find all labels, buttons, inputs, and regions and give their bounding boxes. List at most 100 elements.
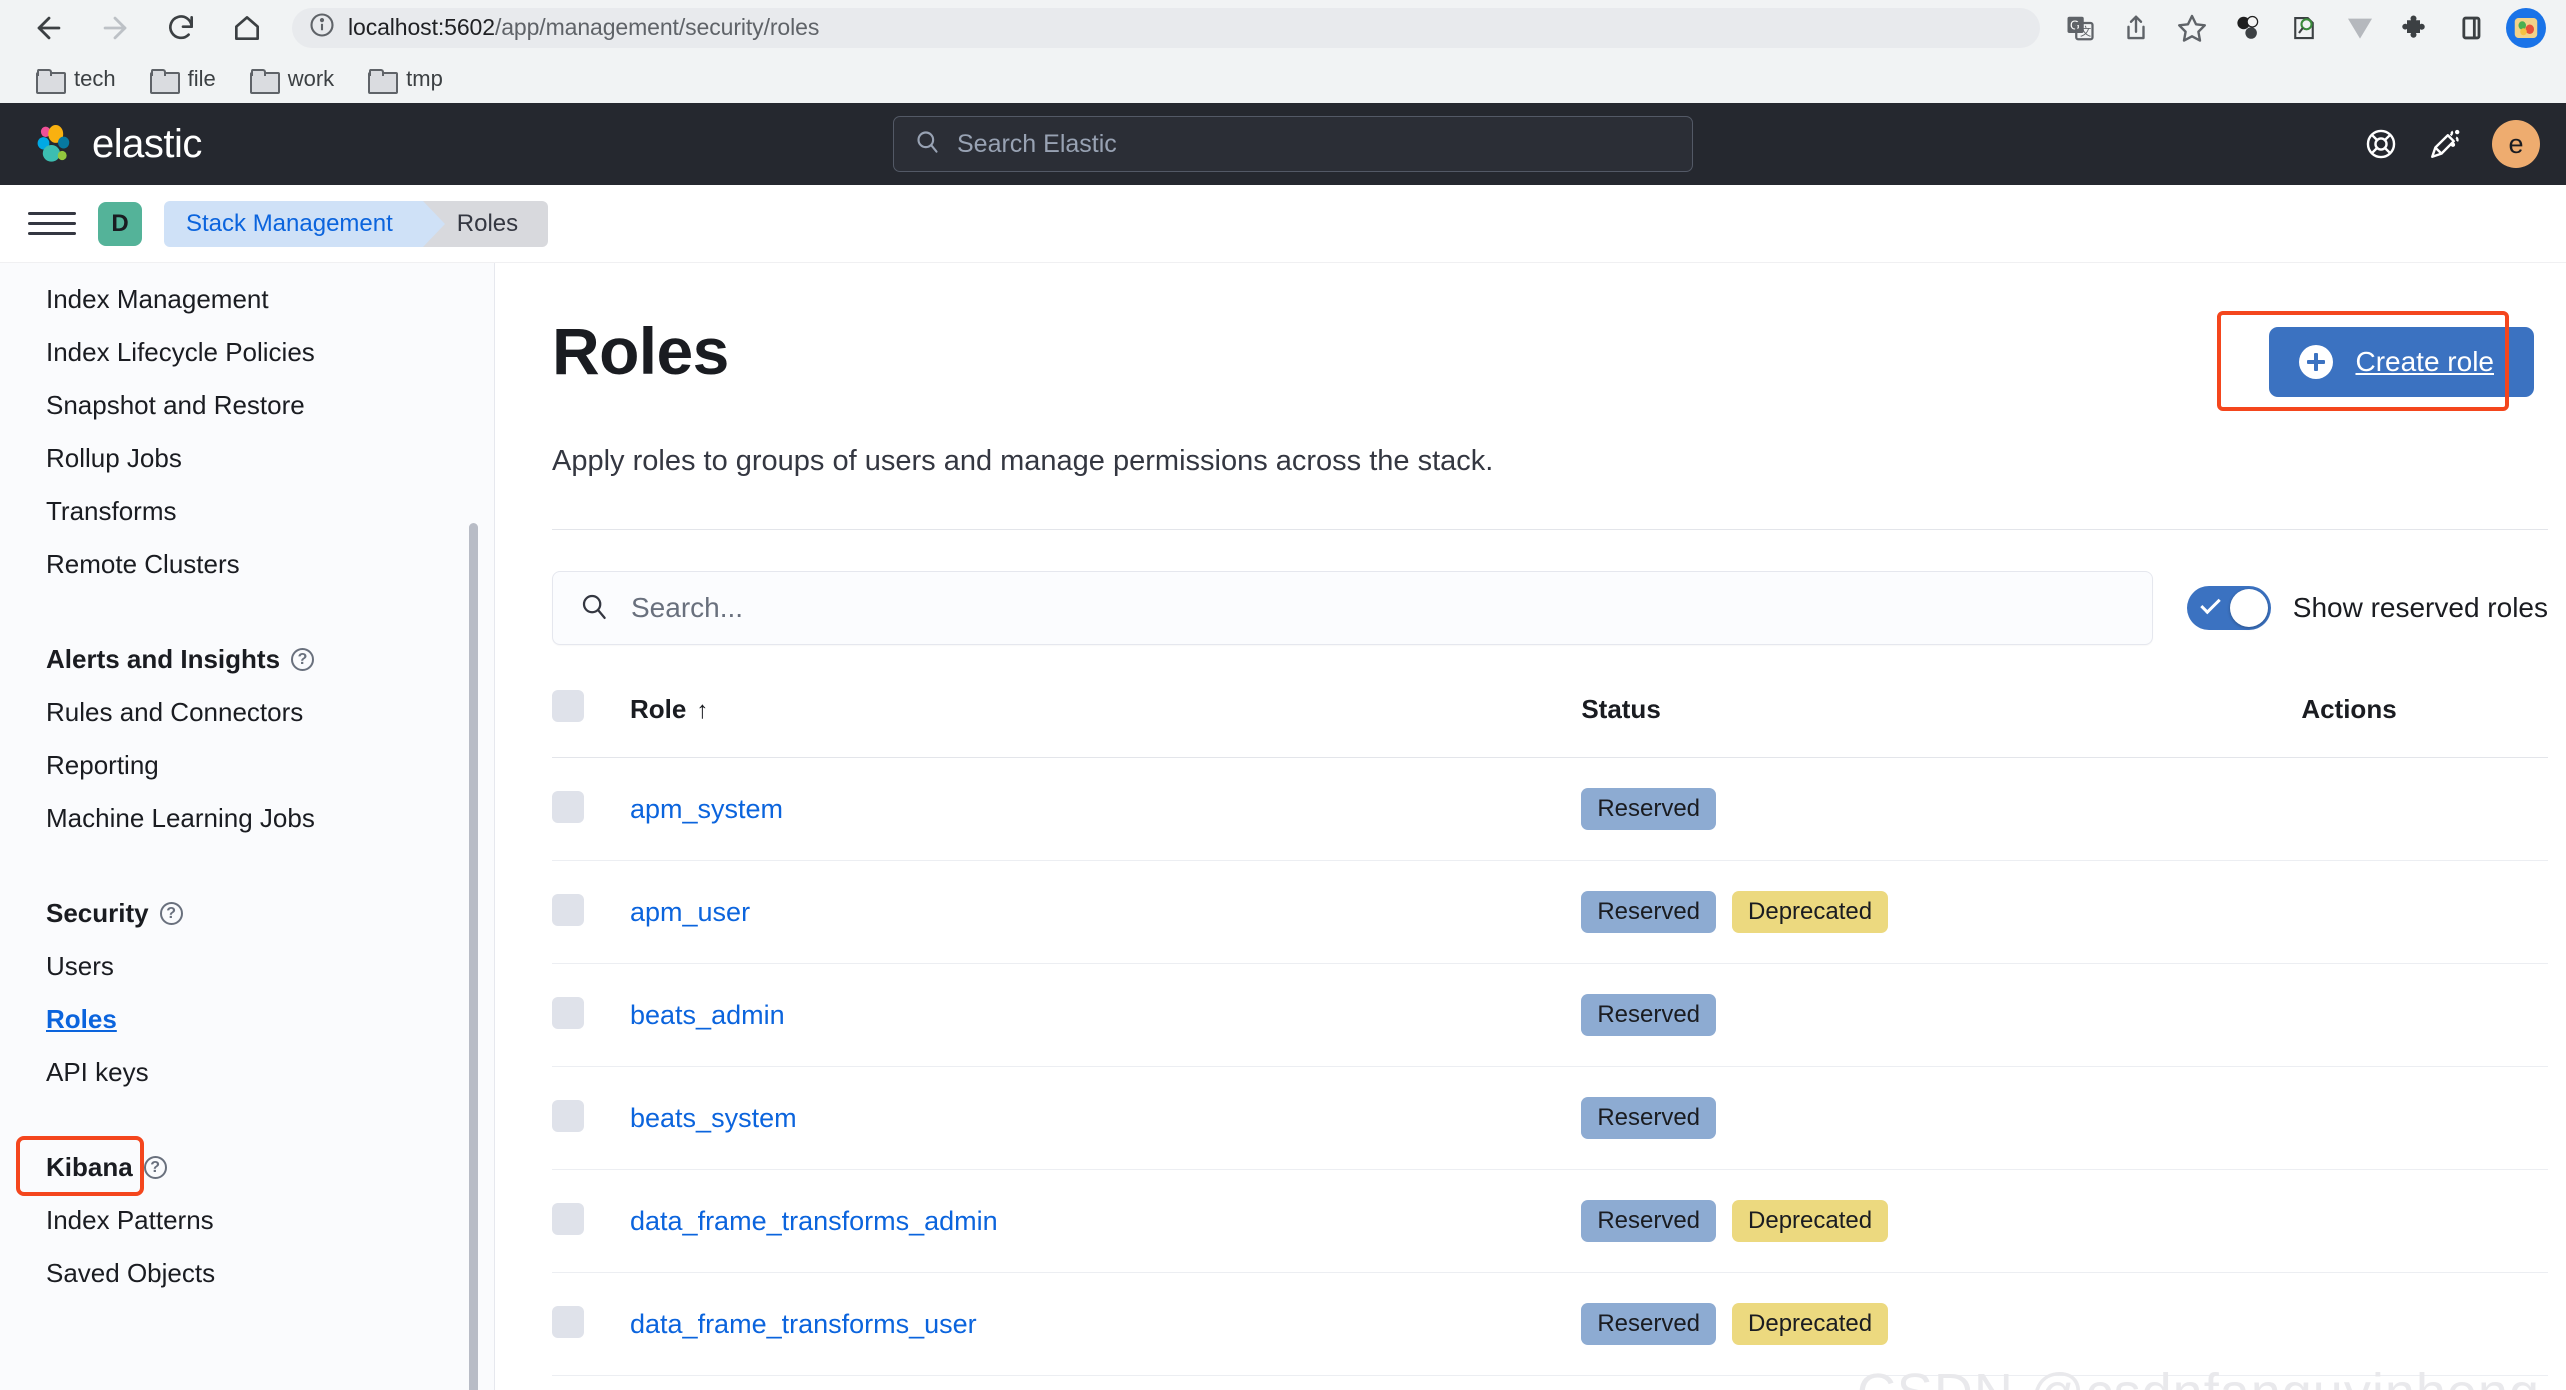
svg-text:文: 文: [2080, 24, 2091, 38]
role-link[interactable]: beats_admin: [630, 1000, 785, 1030]
browser-toolbar: localhost:5602/app/management/security/r…: [0, 0, 2566, 55]
bookmarks-bar: tech file work tmp: [0, 55, 2566, 103]
help-lifebuoy-icon[interactable]: [2364, 127, 2398, 161]
page-title: Roles: [552, 314, 729, 388]
sidebar-item-users[interactable]: Users: [0, 940, 495, 993]
v-extension-icon[interactable]: [2332, 6, 2388, 50]
sidebar-item-roles[interactable]: Roles: [0, 993, 495, 1046]
sidebar-group-title: Security: [46, 898, 149, 928]
help-question-icon[interactable]: ?: [143, 1156, 167, 1179]
address-bar[interactable]: localhost:5602/app/management/security/r…: [292, 7, 2040, 48]
row-actions: [2301, 1375, 2548, 1390]
row-actions: [2301, 860, 2548, 964]
browser-profile-avatar[interactable]: [2506, 7, 2546, 48]
elastic-logo[interactable]: elastic: [32, 121, 202, 167]
table-row: beats_system Reserved: [552, 1066, 2548, 1170]
role-link[interactable]: beats_system: [630, 1103, 797, 1133]
sidebar-item-api-keys[interactable]: API keys: [0, 1046, 495, 1099]
table-row: editor Reserved: [552, 1375, 2548, 1390]
create-role-button[interactable]: Create role: [2269, 327, 2534, 397]
sort-ascending-icon: ↑: [696, 697, 709, 724]
row-checkbox[interactable]: [552, 1099, 584, 1132]
row-actions: [2301, 757, 2548, 861]
whats-new-confetti-icon[interactable]: [2428, 127, 2462, 161]
roles-search-placeholder: Search...: [631, 592, 744, 623]
help-question-icon[interactable]: ?: [159, 902, 183, 925]
sidebar-item-index-lifecycle-policies[interactable]: Index Lifecycle Policies: [0, 326, 495, 379]
roles-search-input[interactable]: Search...: [552, 571, 2153, 645]
role-link[interactable]: apm_user: [630, 897, 750, 927]
role-link[interactable]: data_frame_transforms_admin: [630, 1206, 998, 1236]
status-badge: Reserved: [1581, 994, 1717, 1036]
sidebar: Index Management Index Lifecycle Policie…: [0, 263, 495, 1390]
search-icon: [914, 128, 941, 160]
sidebar-scrollbar[interactable]: [469, 523, 478, 1390]
row-checkbox[interactable]: [552, 996, 584, 1029]
row-checkbox[interactable]: [552, 790, 584, 823]
bookmark-work[interactable]: work: [236, 60, 348, 98]
sidebar-group-kibana: Kibana ?: [0, 1141, 495, 1194]
row-checkbox[interactable]: [552, 893, 584, 926]
home-button[interactable]: [216, 0, 278, 55]
bookmark-star-icon[interactable]: [2164, 6, 2220, 50]
sidebar-item-saved-objects[interactable]: Saved Objects: [0, 1247, 495, 1300]
sidebar-item-snapshot-and-restore[interactable]: Snapshot and Restore: [0, 379, 495, 432]
row-actions: [2301, 1169, 2548, 1273]
puzzle-extensions-icon[interactable]: [2388, 6, 2444, 50]
bookmark-tech[interactable]: tech: [22, 60, 130, 98]
row-actions: [2301, 963, 2548, 1067]
browser-chrome: localhost:5602/app/management/security/r…: [0, 0, 2566, 103]
create-role-area: Create role: [2217, 311, 2534, 411]
back-button[interactable]: [18, 0, 80, 55]
molecule-extension-icon[interactable]: [2220, 6, 2276, 50]
sidebar-item-transforms[interactable]: Transforms: [0, 485, 495, 538]
sidebar-item-index-patterns[interactable]: Index Patterns: [0, 1194, 495, 1247]
table-row: apm_system Reserved: [552, 757, 2548, 861]
bookmark-file[interactable]: file: [136, 60, 230, 98]
sidebar-item-remote-clusters[interactable]: Remote Clusters: [0, 538, 495, 591]
section-divider: [552, 529, 2548, 530]
deprecated-badge: Deprecated: [1732, 1303, 1889, 1345]
help-question-icon[interactable]: ?: [291, 648, 315, 671]
role-link[interactable]: apm_system: [630, 794, 783, 824]
sidebar-item-rollup-jobs[interactable]: Rollup Jobs: [0, 432, 495, 485]
share-icon[interactable]: [2108, 6, 2164, 50]
column-header-role[interactable]: Role ↑: [630, 690, 1582, 758]
status-badge: Reserved: [1581, 891, 1717, 933]
sidebar-group-title: Kibana: [46, 1152, 133, 1182]
row-checkbox[interactable]: [552, 1202, 584, 1235]
forward-button[interactable]: [84, 0, 146, 55]
global-search-input[interactable]: Search Elastic: [893, 116, 1693, 172]
status-badges: Reserved Deprecated: [1581, 891, 2301, 933]
column-header-status: Status: [1581, 690, 2302, 758]
select-all-checkbox[interactable]: [552, 690, 584, 722]
site-info-icon[interactable]: [308, 11, 336, 44]
svg-text:G: G: [2070, 18, 2080, 32]
reader-extension-icon[interactable]: [2276, 6, 2332, 50]
breadcrumb-bar: D Stack Management Roles: [0, 185, 2566, 263]
sidebar-item-reporting[interactable]: Reporting: [0, 739, 495, 792]
breadcrumb: Stack Management Roles: [164, 200, 549, 247]
column-header-role-label: Role: [630, 694, 687, 724]
folder-icon: [149, 68, 180, 94]
breadcrumb-item-stack-management[interactable]: Stack Management: [164, 200, 445, 247]
side-panel-icon[interactable]: [2444, 6, 2500, 50]
show-reserved-roles-toggle-wrap: Show reserved roles: [2186, 586, 2548, 630]
sidebar-item-index-management[interactable]: Index Management: [0, 273, 495, 326]
sidebar-group-security: Security ?: [0, 887, 495, 940]
row-checkbox[interactable]: [552, 1305, 584, 1338]
global-search-placeholder: Search Elastic: [957, 129, 1117, 158]
role-link[interactable]: data_frame_transforms_user: [630, 1309, 977, 1339]
sidebar-item-rules-and-connectors[interactable]: Rules and Connectors: [0, 686, 495, 739]
main-content: Roles Create role Apply roles to groups …: [495, 263, 2566, 1390]
bookmark-tmp[interactable]: tmp: [354, 60, 457, 98]
show-reserved-roles-toggle[interactable]: [2186, 586, 2271, 630]
space-badge[interactable]: D: [98, 201, 142, 246]
reload-button[interactable]: [150, 0, 212, 55]
sidebar-item-machine-learning-jobs[interactable]: Machine Learning Jobs: [0, 792, 495, 845]
user-avatar[interactable]: e: [2492, 120, 2540, 168]
roles-table-body: apm_system Reserved apm_user Reserved De…: [552, 757, 2548, 1390]
column-header-actions: Actions: [2301, 690, 2548, 758]
translate-icon[interactable]: G文: [2052, 6, 2108, 50]
menu-hamburger-icon[interactable]: [28, 200, 76, 248]
